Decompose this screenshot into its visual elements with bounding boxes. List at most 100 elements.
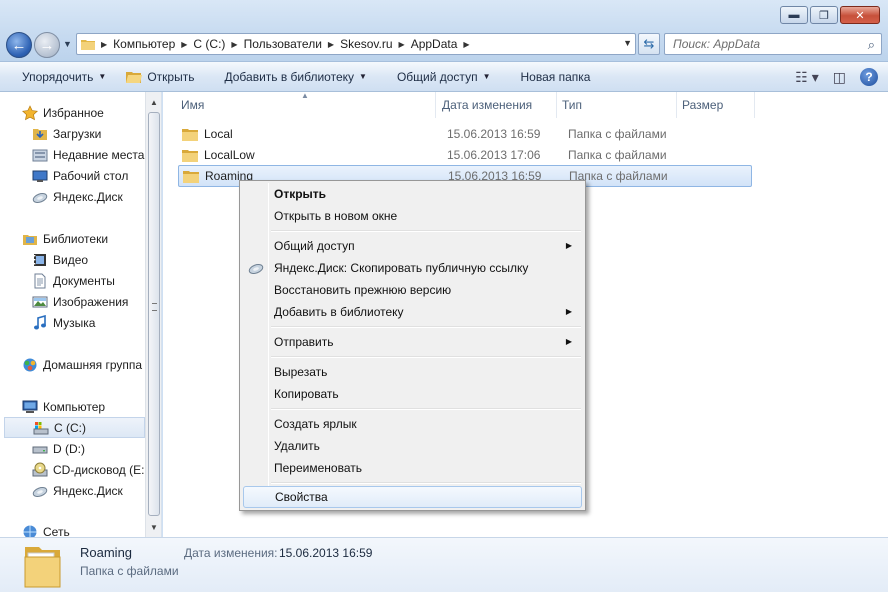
sidebar-label: Сеть: [43, 524, 70, 538]
chevron-right-icon[interactable]: ▶: [397, 40, 407, 49]
file-type: Папка с файлами: [568, 127, 667, 141]
address-bar[interactable]: ▶ Компьютер ▶ C (C:) ▶ Пользователи ▶ Sk…: [76, 33, 636, 55]
menu-item-create-shortcut[interactable]: Создать ярлык: [243, 413, 582, 435]
file-date: 15.06.2013 17:06: [447, 148, 541, 162]
back-button[interactable]: ←: [6, 32, 32, 58]
sidebar-item-homegroup[interactable]: Домашняя группа: [22, 354, 161, 375]
column-label: Размер: [682, 98, 724, 112]
navigation-scrollbar[interactable]: ▲ ▼: [145, 92, 161, 537]
sidebar-item-yadisk-2[interactable]: Яндекс.Диск: [32, 480, 161, 501]
file-name: LocalLow: [204, 148, 255, 162]
sidebar-item-video[interactable]: Видео: [32, 249, 161, 270]
search-placeholder: Поиск: AppData: [673, 37, 761, 51]
chevron-right-icon[interactable]: ▶: [229, 40, 239, 49]
maximize-button[interactable]: ❐: [810, 6, 838, 24]
menu-item-open[interactable]: Открыть: [243, 183, 582, 205]
sidebar-label: Загрузки: [53, 126, 102, 141]
sidebar-label: Библиотеки: [43, 231, 109, 246]
sidebar-item-desktop[interactable]: Рабочий стол: [32, 165, 161, 186]
breadcrumb-appdata[interactable]: AppData: [407, 37, 462, 51]
sidebar-label: CD-дисковод (E:: [53, 462, 145, 477]
submenu-arrow-icon: ▶: [565, 337, 572, 346]
new-folder-button[interactable]: Новая папка: [500, 62, 600, 91]
folder-icon: [182, 128, 198, 141]
menu-item-restore-previous[interactable]: Восстановить прежнюю версию: [243, 279, 582, 301]
add-to-library-button[interactable]: Добавить в библиотеку ▼: [204, 62, 376, 91]
menu-label: Отправить: [274, 335, 334, 349]
menu-label: Переименовать: [274, 461, 362, 475]
search-icon[interactable]: ⌕: [868, 37, 875, 53]
column-header-name[interactable]: Имя ▲: [163, 91, 436, 118]
address-dropdown-icon[interactable]: ▼: [623, 38, 632, 48]
sidebar-item-libraries[interactable]: Библиотеки: [22, 228, 161, 249]
menu-label: Копировать: [274, 387, 339, 401]
libraries-icon: [23, 234, 37, 245]
sidebar-label: Избранное: [43, 105, 104, 120]
menu-item-send-to[interactable]: Отправить ▶: [243, 331, 582, 353]
breadcrumb-user[interactable]: Skesov.ru: [336, 37, 396, 51]
open-button[interactable]: Открыть: [116, 62, 204, 91]
cd-drive-icon: [32, 462, 48, 476]
sidebar-item-computer[interactable]: Компьютер: [22, 396, 161, 417]
sidebar-item-music[interactable]: Музыка: [32, 312, 161, 333]
menu-item-delete[interactable]: Удалить: [243, 435, 582, 457]
chevron-down-icon: ▼: [359, 72, 367, 81]
sidebar-item-network[interactable]: Сеть: [22, 521, 161, 538]
grip-icon: [152, 303, 157, 311]
new-folder-label: Новая папка: [520, 69, 591, 84]
command-bar: Упорядочить ▼ Открыть Добавить в библиот…: [0, 62, 888, 92]
sidebar-item-images[interactable]: Изображения: [32, 291, 161, 312]
menu-label: Яндекс.Диск: Скопировать публичную ссылк…: [274, 261, 529, 275]
menu-item-share[interactable]: Общий доступ ▶: [243, 235, 582, 257]
menu-label: Открыть в новом окне: [274, 209, 398, 223]
chevron-right-icon[interactable]: ▶: [461, 40, 471, 49]
computer-icon: [22, 400, 38, 413]
sidebar-label: Компьютер: [43, 399, 106, 414]
yandex-disk-icon: [248, 264, 264, 274]
folder-icon: [182, 149, 198, 162]
sidebar-item-recent[interactable]: Недавние места: [32, 144, 161, 165]
close-button[interactable]: ✕: [840, 6, 880, 24]
menu-item-yadisk-copy-link[interactable]: Яндекс.Диск: Скопировать публичную ссылк…: [243, 257, 582, 279]
scroll-up-icon[interactable]: ▲: [146, 94, 161, 110]
sidebar-item-downloads[interactable]: Загрузки: [32, 123, 161, 144]
minimize-button[interactable]: ▬: [780, 6, 808, 24]
column-header-size[interactable]: Размер: [677, 92, 755, 118]
breadcrumb-users[interactable]: Пользователи: [240, 37, 326, 51]
sidebar-item-cd[interactable]: CD-дисковод (E:: [32, 459, 161, 480]
scroll-down-icon[interactable]: ▼: [146, 519, 161, 535]
sidebar-item-yadisk[interactable]: Яндекс.Диск: [32, 186, 161, 207]
breadcrumb-drive-c[interactable]: C (C:): [189, 37, 229, 51]
details-pane: Roaming Папка с файлами Дата изменения: …: [0, 537, 888, 592]
menu-item-add-to-library[interactable]: Добавить в библиотеку ▶: [243, 301, 582, 323]
sort-ascending-icon: ▲: [301, 91, 309, 100]
sidebar-item-drive-d[interactable]: D (D:): [32, 438, 161, 459]
menu-item-copy[interactable]: Копировать: [243, 383, 582, 405]
column-header-date[interactable]: Дата изменения: [436, 92, 557, 118]
menu-item-open-new-window[interactable]: Открыть в новом окне: [243, 205, 582, 227]
sidebar-item-documents[interactable]: Документы: [32, 270, 161, 291]
menu-item-properties[interactable]: Свойства: [243, 486, 582, 508]
chevron-right-icon[interactable]: ▶: [326, 40, 336, 49]
sidebar-item-favorites[interactable]: Избранное: [22, 102, 161, 123]
forward-button[interactable]: →: [34, 32, 60, 58]
share-button[interactable]: Общий доступ ▼: [377, 62, 501, 91]
file-row-local[interactable]: Local 15.06.2013 16:59 Папка с файлами: [178, 123, 752, 145]
organize-button[interactable]: Упорядочить ▼: [0, 62, 116, 91]
refresh-button[interactable]: ⇆: [638, 33, 660, 55]
column-header-type[interactable]: Тип: [557, 92, 677, 118]
navigation-pane: Избранное Загрузки Недавние места Рабочи…: [0, 92, 162, 537]
preview-pane-icon[interactable]: ◫: [833, 69, 846, 86]
menu-item-cut[interactable]: Вырезать: [243, 361, 582, 383]
file-row-locallow[interactable]: LocalLow 15.06.2013 17:06 Папка с файлам…: [178, 144, 752, 166]
sidebar-item-drive-c[interactable]: C (C:): [4, 417, 145, 438]
help-icon[interactable]: ?: [860, 68, 878, 86]
chevron-right-icon[interactable]: ▶: [179, 40, 189, 49]
search-input[interactable]: Поиск: AppData ⌕: [664, 33, 882, 55]
recent-pages-dropdown[interactable]: ▼: [63, 39, 72, 49]
menu-item-rename[interactable]: Переименовать: [243, 457, 582, 479]
menu-label: Общий доступ: [274, 239, 355, 253]
scrollbar-thumb[interactable]: [148, 112, 160, 516]
breadcrumb-computer[interactable]: Компьютер: [109, 37, 179, 51]
change-view-icon[interactable]: ☷ ▾: [795, 69, 818, 86]
